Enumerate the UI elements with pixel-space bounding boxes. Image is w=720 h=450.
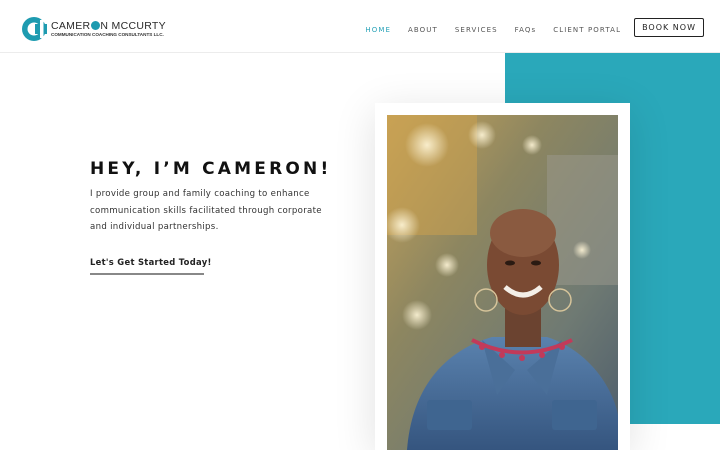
hero-description: I provide group and family coaching to e… [90, 189, 322, 232]
hero-title: HEY, I’M CAMERON! [90, 159, 332, 179]
site-header: CAMER N MCCURTY COMMUNICATION COACHING CO… [0, 0, 720, 53]
nav-item-services[interactable]: SERVICES [455, 26, 498, 34]
portrait-photo [387, 115, 618, 450]
brand-name: CAMER N MCCURTY [51, 20, 166, 32]
c-monogram-icon [21, 16, 47, 42]
logo-o-accent-icon [90, 21, 100, 30]
cta-underline [90, 273, 204, 275]
nav-item-faqs[interactable]: FAQs [515, 26, 537, 34]
nav-item-about[interactable]: ABOUT [408, 26, 438, 34]
brand-logo[interactable]: CAMER N MCCURTY COMMUNICATION COACHING CO… [21, 16, 166, 42]
get-started-link[interactable]: Let's Get Started Today! [90, 257, 212, 267]
brand-tagline: COMMUNICATION COACHING CONSULTANTS LLC. [51, 32, 164, 37]
main-nav: HOME ABOUT SERVICES FAQs CLIENT PORTAL B… [348, 18, 704, 37]
nav-item-home[interactable]: HOME [365, 26, 391, 34]
nav-item-client-portal[interactable]: CLIENT PORTAL [553, 26, 621, 34]
book-now-button[interactable]: BOOK NOW [634, 18, 704, 37]
